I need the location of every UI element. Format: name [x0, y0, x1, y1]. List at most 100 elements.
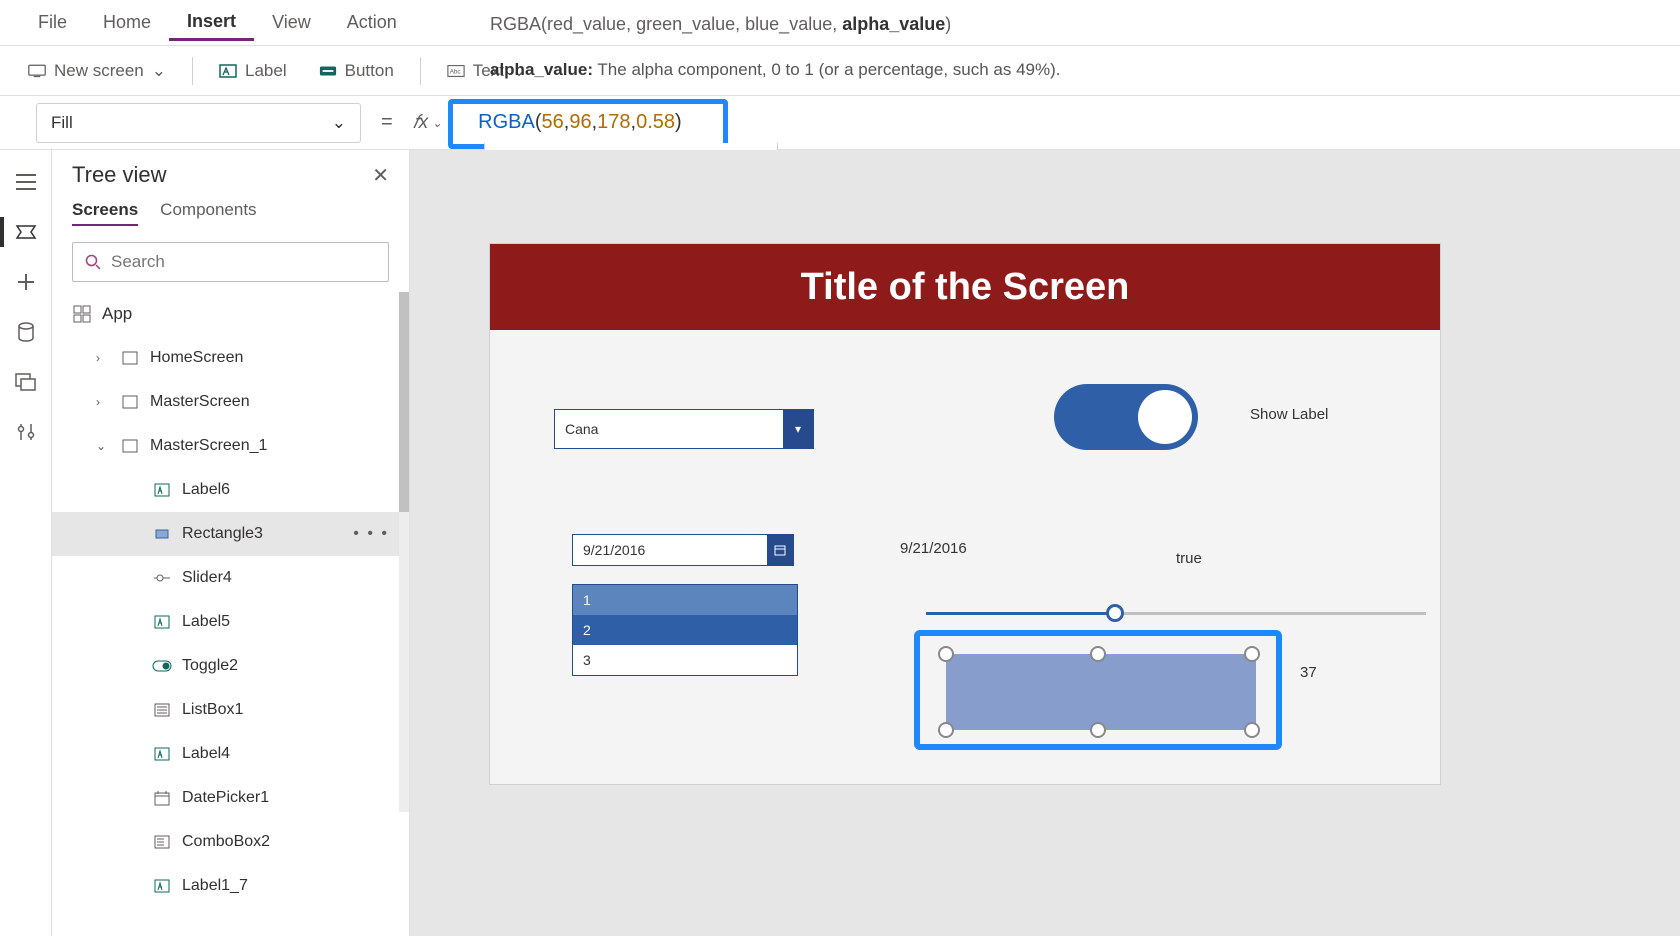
tree-item-homescreen[interactable]: › HomeScreen: [52, 336, 409, 380]
media-icon[interactable]: [14, 370, 38, 394]
tools-icon[interactable]: [14, 420, 38, 444]
search-icon: [85, 254, 101, 270]
chevron-down-icon: ⌄: [152, 61, 166, 81]
screen-icon: [120, 348, 140, 368]
toggle-label: Show Label: [1250, 406, 1328, 423]
equals-label: =: [373, 111, 401, 134]
true-label: true: [1176, 550, 1202, 567]
menu-insert[interactable]: Insert: [169, 5, 254, 41]
formula-input[interactable]: RGBA(56, 96, 178, 0.58): [454, 103, 1680, 143]
label-icon: [152, 744, 172, 764]
menu-view[interactable]: View: [254, 6, 329, 39]
tree-app[interactable]: App: [52, 292, 409, 336]
fx-button[interactable]: 𝑓x⌄: [413, 112, 442, 134]
tree-item-label6[interactable]: Label6: [52, 468, 409, 512]
tree-item-datepicker1[interactable]: DatePicker1: [52, 776, 409, 820]
data-icon[interactable]: [14, 320, 38, 344]
button-icon: [319, 62, 337, 80]
left-rail: [0, 150, 52, 936]
insert-icon[interactable]: [14, 270, 38, 294]
formula-bar: Fill ⌄ = 𝑓x⌄ RGBA(56, 96, 178, 0.58): [0, 96, 1680, 150]
list-item[interactable]: 2: [573, 615, 797, 645]
slider-thumb[interactable]: [1106, 604, 1124, 622]
tree-tabs: Screens Components: [52, 196, 409, 236]
listbox-control[interactable]: 1 2 3: [572, 584, 798, 676]
tree-item-label4[interactable]: Label4: [52, 732, 409, 776]
menu-action[interactable]: Action: [329, 6, 415, 39]
slider-control[interactable]: [926, 604, 1426, 624]
tree-item-rectangle3[interactable]: Rectangle3 • • •: [52, 512, 409, 556]
slider-fill: [926, 612, 1112, 615]
combobox-icon: [152, 832, 172, 852]
app-screen[interactable]: Title of the Screen Cana ▾ Show Label 9/…: [490, 244, 1440, 784]
screen-icon: [120, 436, 140, 456]
resize-handle[interactable]: [938, 646, 954, 662]
datepicker-icon: [152, 788, 172, 808]
resize-handle[interactable]: [1244, 646, 1260, 662]
tree-item-toggle2[interactable]: Toggle2: [52, 644, 409, 688]
search-input[interactable]: [111, 252, 376, 272]
chevron-down-icon: ⌄: [332, 113, 346, 133]
tree-view-icon[interactable]: [14, 220, 38, 244]
screen-icon: [28, 62, 46, 80]
new-screen-button[interactable]: New screen ⌄: [18, 55, 176, 87]
resize-handle[interactable]: [1090, 722, 1106, 738]
label-icon: [152, 876, 172, 896]
combobox-value: Cana: [555, 421, 783, 437]
toggle-icon: [152, 656, 172, 676]
toggle-knob: [1138, 390, 1192, 444]
more-icon[interactable]: • • •: [353, 525, 389, 543]
tree-search[interactable]: [72, 242, 389, 282]
slider-value-label: 37: [1300, 664, 1317, 681]
combobox-control[interactable]: Cana ▾: [554, 409, 814, 449]
resize-handle[interactable]: [1244, 722, 1260, 738]
label-icon: [152, 612, 172, 632]
rectangle-icon: [152, 524, 172, 544]
menu-file[interactable]: File: [20, 6, 85, 39]
toggle-control[interactable]: [1054, 384, 1198, 450]
datepicker-value: 9/21/2016: [573, 542, 767, 558]
chevron-right-icon: ›: [96, 395, 110, 409]
chevron-down-icon: ⌄: [96, 439, 110, 453]
intellisense-param-desc: alpha_value: The alpha component, 0 to 1…: [490, 60, 1060, 80]
tree-item-slider4[interactable]: Slider4: [52, 556, 409, 600]
list-item[interactable]: 1: [573, 585, 797, 615]
resize-handle[interactable]: [938, 722, 954, 738]
toolbar-separator: [420, 57, 421, 85]
menu-home[interactable]: Home: [85, 6, 169, 39]
calendar-icon[interactable]: [767, 535, 793, 565]
tree-item-combobox2[interactable]: ComboBox2: [52, 820, 409, 864]
rectangle-control[interactable]: [946, 654, 1256, 730]
tree-item-masterscreen[interactable]: › MasterScreen: [52, 380, 409, 424]
app-icon: [72, 304, 92, 324]
tree-body: App › HomeScreen › MasterScreen ⌄ Master…: [52, 292, 409, 932]
insert-button-button[interactable]: Button: [309, 55, 404, 87]
listbox-icon: [152, 700, 172, 720]
property-selector[interactable]: Fill ⌄: [36, 103, 361, 143]
tree-item-masterscreen1[interactable]: ⌄ MasterScreen_1: [52, 424, 409, 468]
screen-icon: [120, 392, 140, 412]
chevron-down-icon[interactable]: ▾: [783, 410, 813, 448]
resize-handle[interactable]: [1090, 646, 1106, 662]
tree-item-label5[interactable]: Label5: [52, 600, 409, 644]
tree-view-title: Tree view: [72, 162, 167, 188]
toolbar-separator: [192, 57, 193, 85]
chevron-down-icon: ⌄: [432, 116, 442, 130]
scrollbar-thumb[interactable]: [399, 292, 409, 512]
tab-components[interactable]: Components: [160, 200, 256, 226]
tree-item-listbox1[interactable]: ListBox1: [52, 688, 409, 732]
close-icon[interactable]: ✕: [372, 163, 389, 188]
chevron-right-icon: ›: [96, 351, 110, 365]
tree-item-label1-7[interactable]: Label1_7: [52, 864, 409, 908]
rail-selection-indicator: [0, 217, 4, 247]
insert-label-button[interactable]: Label: [209, 55, 297, 87]
slider-icon: [152, 568, 172, 588]
list-item[interactable]: 3: [573, 645, 797, 675]
hamburger-icon[interactable]: [14, 170, 38, 194]
text-icon: Abc: [447, 62, 465, 80]
tab-screens[interactable]: Screens: [72, 200, 138, 226]
label-icon: [152, 480, 172, 500]
title-label[interactable]: Title of the Screen: [490, 244, 1440, 330]
datepicker-control[interactable]: 9/21/2016: [572, 534, 794, 566]
canvas-area[interactable]: Title of the Screen Cana ▾ Show Label 9/…: [410, 150, 1680, 936]
